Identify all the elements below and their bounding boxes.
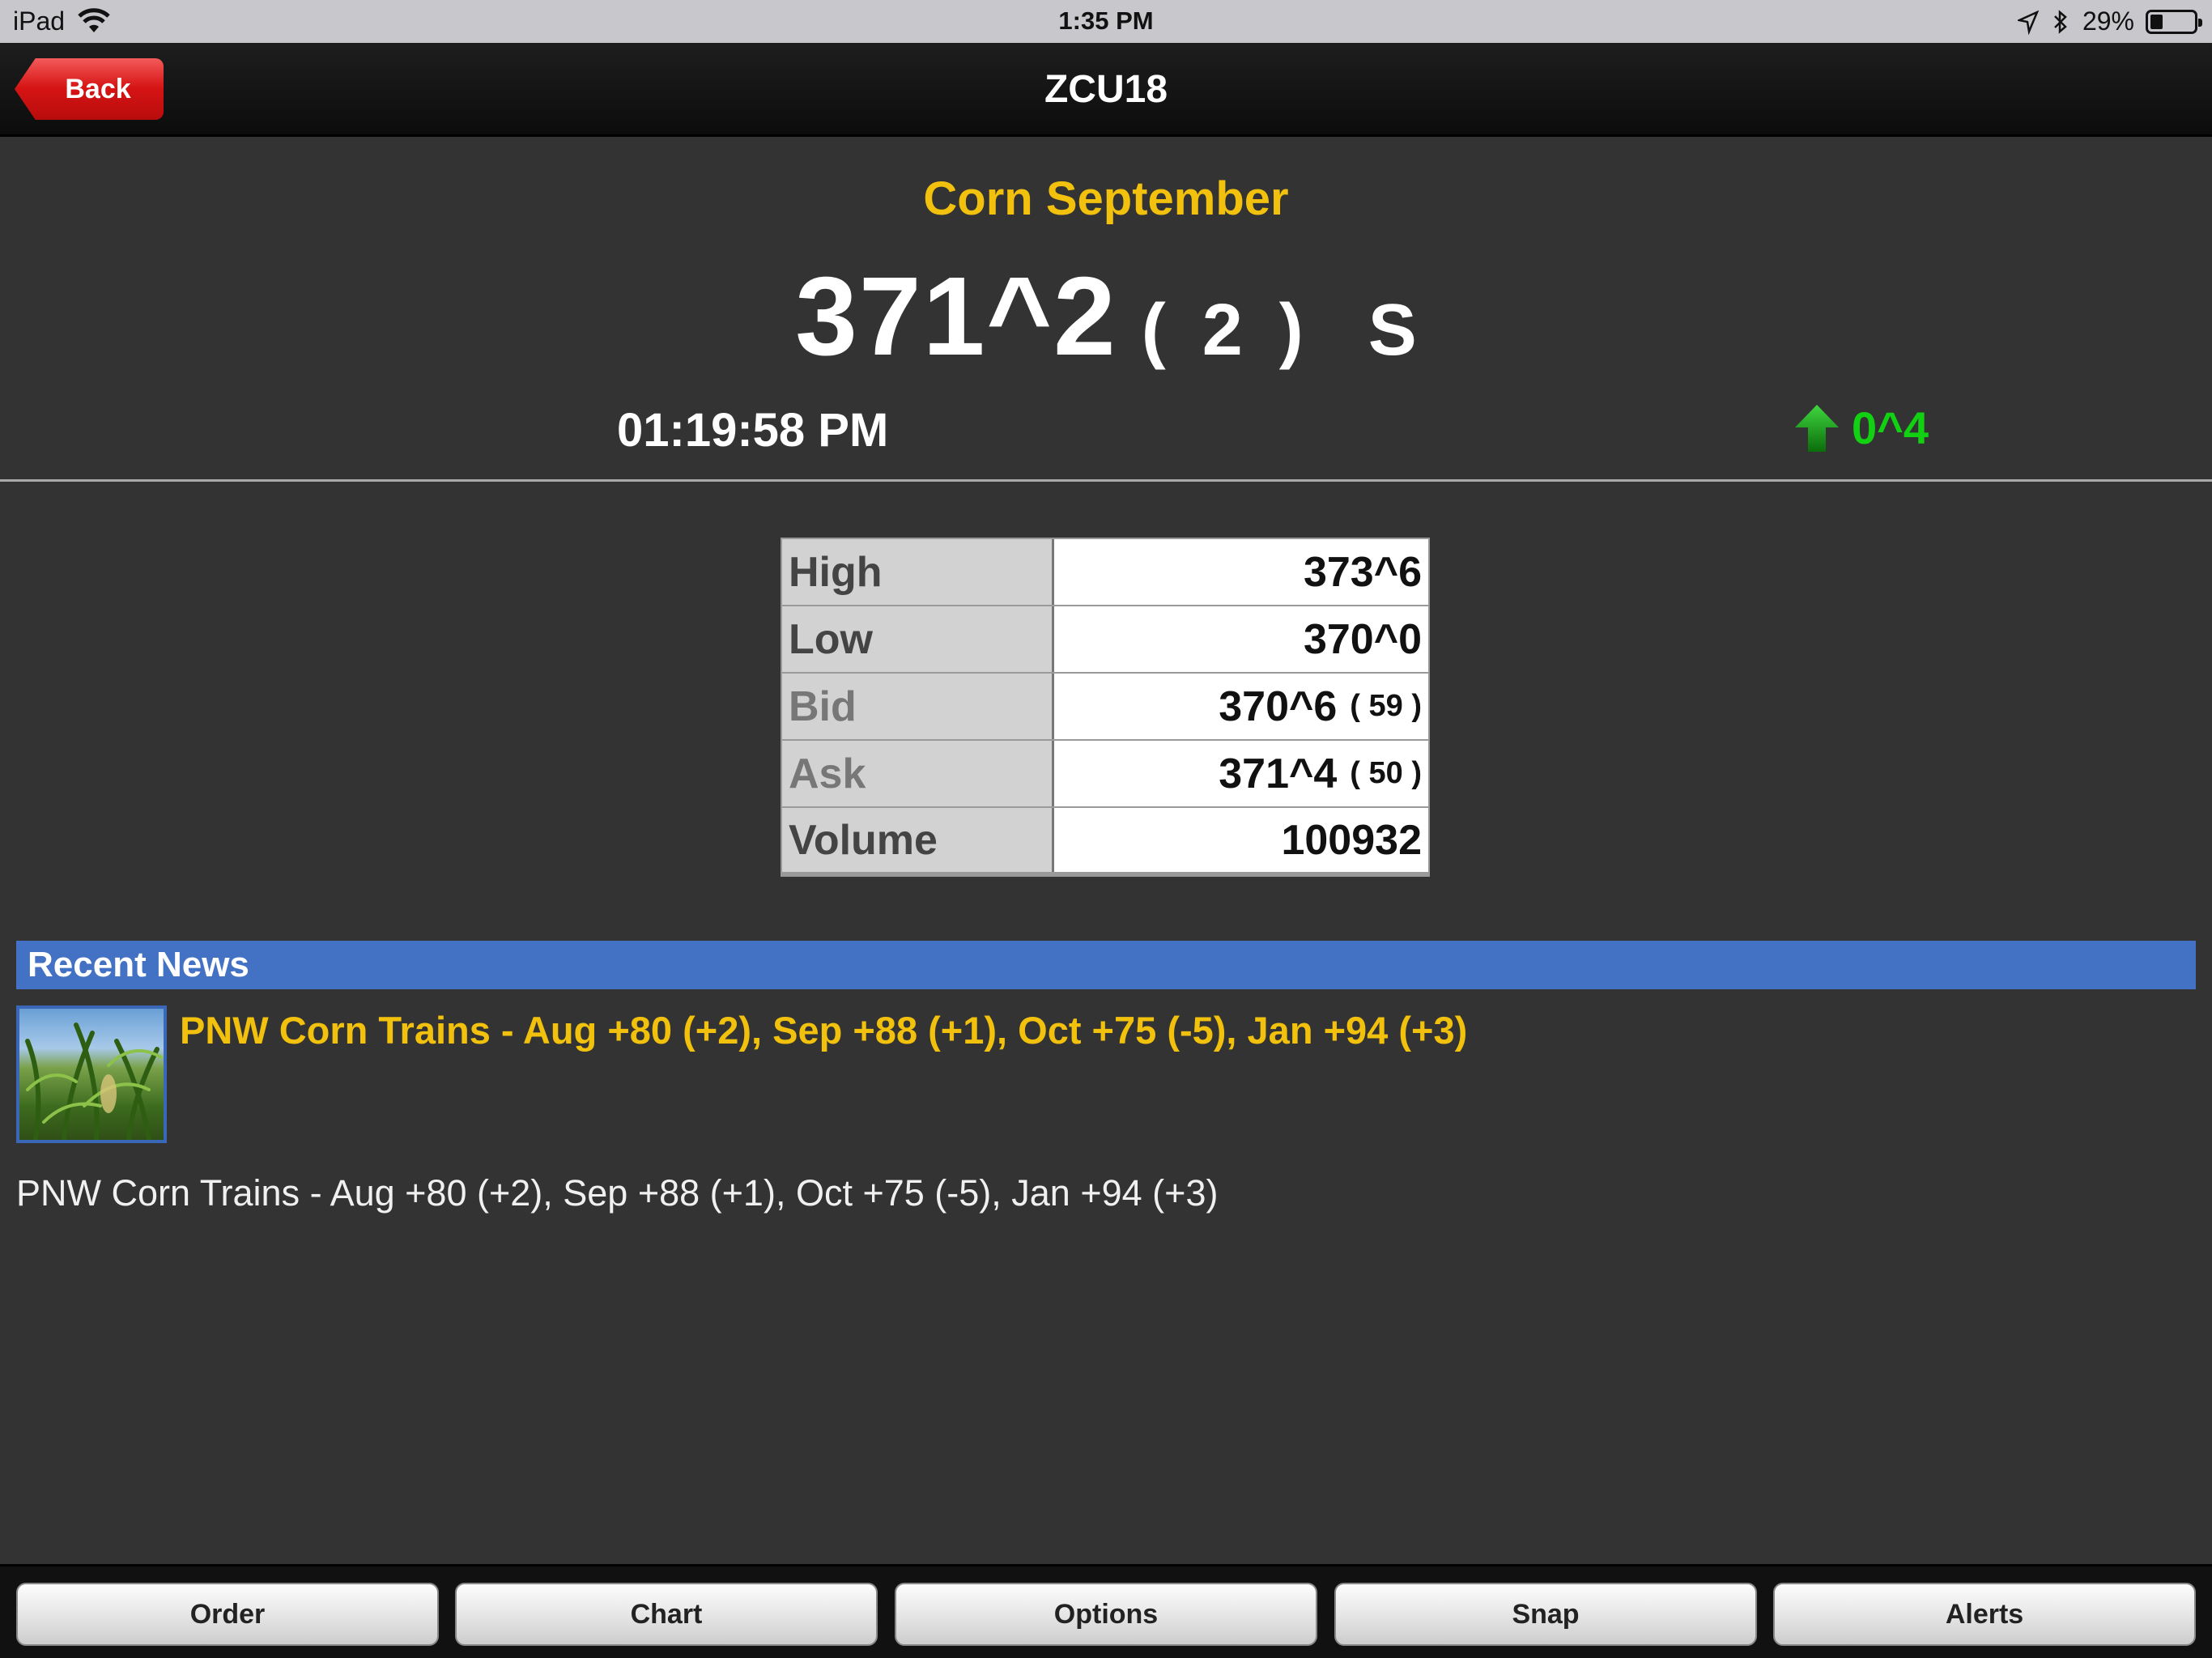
quote-time: 01:19:58 PM: [617, 404, 889, 457]
nav-bar: Back ZCU18: [0, 43, 2212, 137]
corn-field-image[interactable]: [16, 1005, 167, 1143]
stats-value-text: 370^6: [1219, 682, 1338, 730]
stats-label: Volume: [782, 808, 1054, 872]
net-change: 0^4: [1793, 402, 1929, 454]
battery-icon: [2146, 9, 2202, 34]
news-body: PNW Corn Trains - Aug +80 (+2), Sep +88 …: [16, 1172, 1219, 1214]
price-row: 371^2 ( 2 ) S: [0, 253, 2212, 381]
recent-news-header: Recent News: [16, 941, 2196, 989]
options-button[interactable]: Options: [895, 1583, 1317, 1646]
contract-name: Corn September: [923, 172, 1289, 225]
stats-row-bid: Bid 370^6 ( 59 ): [782, 674, 1428, 741]
stats-label: Low: [782, 606, 1054, 672]
stats-value: 370^6 ( 59 ): [1054, 674, 1428, 739]
corn-leaves-icon: [25, 1022, 163, 1140]
alerts-button[interactable]: Alerts: [1773, 1583, 2196, 1646]
stats-label: High: [782, 539, 1054, 605]
last-price: 371^2: [795, 254, 1117, 379]
stats-value: 100932: [1054, 808, 1428, 872]
status-bar: iPad 1:35 PM 29%: [0, 0, 2212, 43]
stats-size: ( 59 ): [1350, 689, 1422, 723]
location-icon: [2017, 10, 2039, 35]
status-right: 29%: [2017, 6, 2202, 36]
battery-percent: 29%: [2082, 6, 2134, 36]
stats-value-text: 370^0: [1303, 615, 1422, 663]
stats-value: 373^6: [1054, 539, 1428, 605]
stats-label: Ask: [782, 741, 1054, 806]
bottom-toolbar: Order Chart Options Snap Alerts: [0, 1564, 2212, 1658]
up-arrow-icon: [1795, 404, 1839, 452]
stats-label: Bid: [782, 674, 1054, 739]
net-change-value: 0^4: [1852, 402, 1929, 453]
stats-value: 371^4 ( 50 ): [1054, 741, 1428, 806]
bluetooth-icon: [2054, 9, 2067, 34]
stats-row-low: Low 370^0: [782, 606, 1428, 674]
status-time: 1:35 PM: [1058, 6, 1154, 35]
price-change-ticks: ( 2 ): [1141, 290, 1312, 371]
stats-row-high: High 373^6: [782, 539, 1428, 606]
order-button[interactable]: Order: [16, 1583, 439, 1646]
page-title: ZCU18: [1044, 68, 1168, 111]
chart-button[interactable]: Chart: [455, 1583, 878, 1646]
stats-table: High 373^6 Low 370^0 Bid 370^6 ( 59 ) As…: [781, 538, 1430, 877]
divider: [0, 479, 2212, 482]
stats-value-text: 371^4: [1219, 750, 1338, 797]
price-flag: S: [1368, 290, 1417, 371]
battery-fill: [2150, 14, 2163, 29]
battery-tip: [2198, 18, 2202, 27]
snap-button[interactable]: Snap: [1334, 1583, 1757, 1646]
stats-size: ( 50 ): [1350, 756, 1422, 790]
stats-row-volume: Volume 100932: [782, 808, 1428, 875]
stats-row-ask: Ask 371^4 ( 50 ): [782, 741, 1428, 808]
news-headline-link[interactable]: PNW Corn Trains - Aug +80 (+2), Sep +88 …: [180, 1008, 2188, 1052]
stats-value: 370^0: [1054, 606, 1428, 672]
stats-value-text: 100932: [1281, 816, 1422, 864]
stats-value-text: 373^6: [1303, 548, 1422, 596]
